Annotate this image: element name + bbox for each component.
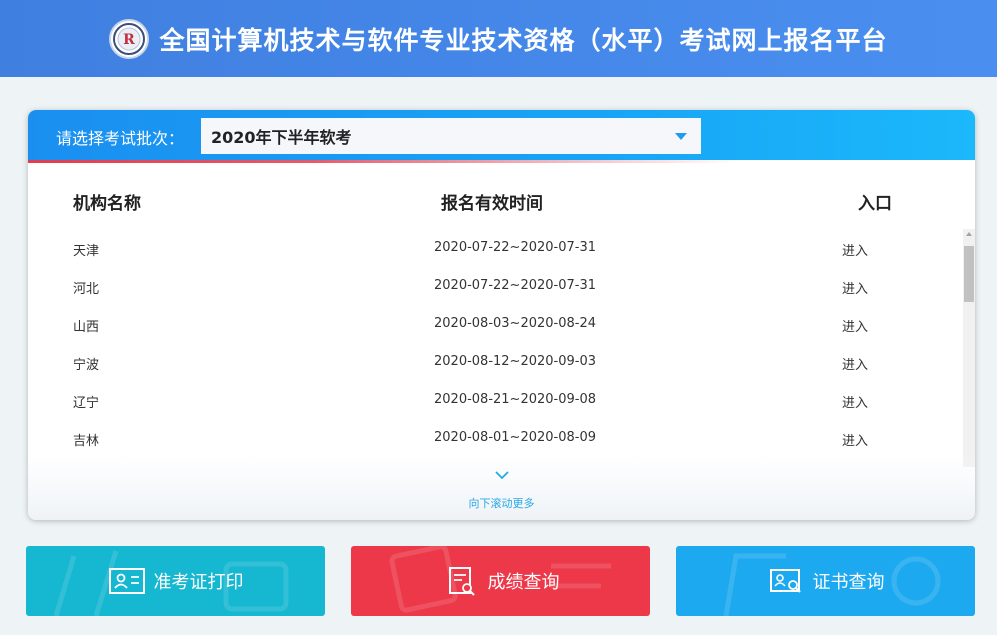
certificate-query-button[interactable]: 证书查询: [676, 546, 975, 616]
batch-select[interactable]: 2020年下半年软考: [201, 118, 701, 154]
exam-logo-icon: R: [109, 18, 150, 59]
column-header-time: 报名有效时间: [441, 194, 543, 214]
scroll-more-hint[interactable]: 向下滚动更多: [28, 495, 975, 511]
org-name: 宁波: [73, 358, 100, 373]
column-header-entry: 入口: [858, 194, 892, 214]
table-scrollbar[interactable]: [963, 229, 975, 467]
card-header: 请选择考试批次： 2020年下半年软考: [28, 110, 975, 160]
table-row: 山西 2020-08-03~2020-08-24 进入: [28, 316, 958, 354]
enter-link[interactable]: 进入: [842, 278, 868, 297]
org-name: 辽宁: [73, 396, 100, 411]
chevron-down-icon: [675, 133, 687, 140]
registration-period: 2020-08-21~2020-09-08: [434, 392, 596, 407]
org-name: 河北: [73, 282, 100, 297]
org-name: 天津: [73, 244, 100, 259]
page-header: R 全国计算机技术与软件专业技术资格（水平）考试网上报名平台: [0, 0, 997, 77]
column-header-name: 机构名称: [73, 194, 141, 214]
certificate-query-label: 证书查询: [812, 572, 885, 593]
table-row: 河北 2020-07-22~2020-07-31 进入: [28, 278, 958, 316]
table-row: 天津 2020-07-22~2020-07-31 进入: [28, 240, 958, 278]
document-search-icon: [448, 567, 475, 596]
score-query-button[interactable]: 成绩查询: [351, 546, 650, 616]
id-card-icon: [108, 568, 145, 594]
registration-period: 2020-07-22~2020-07-31: [434, 240, 596, 255]
org-name: 吉林: [73, 434, 100, 449]
certificate-search-icon: [769, 569, 801, 593]
svg-text:R: R: [124, 32, 136, 48]
org-name: 山西: [73, 320, 100, 335]
batch-select-label: 请选择考试批次：: [56, 129, 185, 148]
exam-list-card: 请选择考试批次： 2020年下半年软考 机构名称 报名有效时间 入口 天津 20…: [28, 110, 975, 520]
batch-select-value: 2020年下半年软考: [211, 128, 352, 147]
enter-link[interactable]: 进入: [842, 316, 868, 335]
table-row: 宁波 2020-08-12~2020-09-03 进入: [28, 354, 958, 392]
registration-period: 2020-07-22~2020-07-31: [434, 278, 596, 293]
scroll-up-arrow-icon[interactable]: [966, 232, 972, 236]
enter-link[interactable]: 进入: [842, 354, 868, 373]
header-accent-line: [28, 160, 975, 163]
score-query-label: 成绩查询: [487, 572, 560, 593]
enter-link[interactable]: 进入: [842, 240, 868, 259]
registration-period: 2020-08-03~2020-08-24: [434, 316, 596, 331]
registration-period: 2020-08-12~2020-09-03: [434, 354, 596, 369]
admit-card-print-label: 准考证打印: [153, 572, 244, 593]
enter-link[interactable]: 进入: [842, 392, 868, 411]
registration-period: 2020-08-01~2020-08-09: [434, 430, 596, 445]
admit-card-print-button[interactable]: 准考证打印: [26, 546, 325, 616]
page-title: 全国计算机技术与软件专业技术资格（水平）考试网上报名平台: [159, 25, 888, 55]
chevron-down-icon[interactable]: [494, 470, 510, 480]
enter-link[interactable]: 进入: [842, 430, 868, 449]
table-row: 辽宁 2020-08-21~2020-09-08 进入: [28, 392, 958, 430]
scroll-thumb[interactable]: [964, 246, 974, 302]
